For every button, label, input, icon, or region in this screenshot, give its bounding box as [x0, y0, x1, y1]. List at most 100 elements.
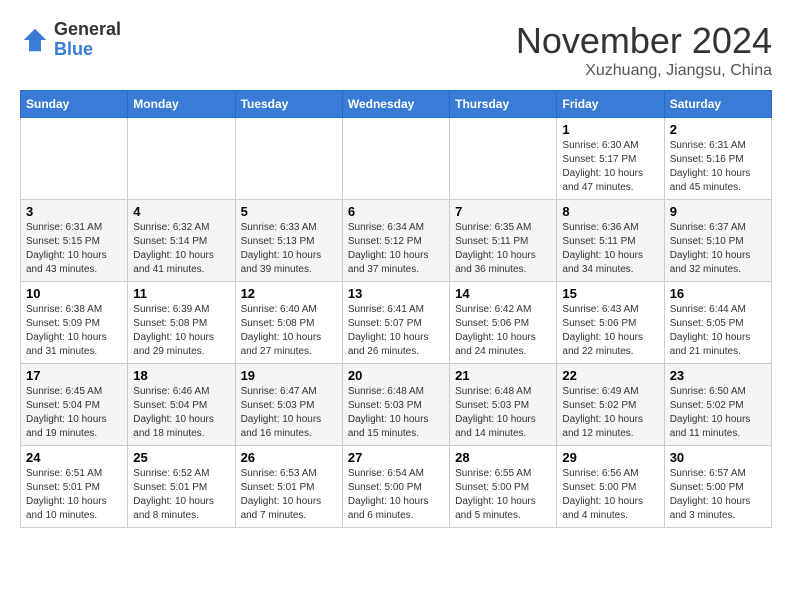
day-info: Sunrise: 6:45 AM Sunset: 5:04 PM Dayligh…	[26, 385, 122, 441]
day-info: Sunrise: 6:34 AM Sunset: 5:12 PM Dayligh…	[348, 221, 444, 277]
day-number: 2	[670, 122, 766, 137]
day-info: Sunrise: 6:46 AM Sunset: 5:04 PM Dayligh…	[133, 385, 229, 441]
day-info: Sunrise: 6:57 AM Sunset: 5:00 PM Dayligh…	[670, 467, 766, 523]
weekday-header-monday: Monday	[128, 91, 235, 118]
day-info: Sunrise: 6:31 AM Sunset: 5:15 PM Dayligh…	[26, 221, 122, 277]
calendar-week-row: 10 Sunrise: 6:38 AM Sunset: 5:09 PM Dayli…	[21, 282, 772, 364]
day-number: 6	[348, 204, 444, 219]
day-number: 22	[562, 368, 658, 383]
day-number: 29	[562, 450, 658, 465]
day-info: Sunrise: 6:32 AM Sunset: 5:14 PM Dayligh…	[133, 221, 229, 277]
logo-blue: Blue	[54, 40, 121, 60]
day-number: 12	[241, 286, 337, 301]
calendar-cell: 5Sunrise: 6:33 AM Sunset: 5:13 PM Daylig…	[235, 200, 342, 282]
calendar-week-row: 1 Sunrise: 6:30 AM Sunset: 5:17 PM Daylig…	[21, 118, 772, 200]
day-number: 7	[455, 204, 551, 219]
calendar-cell: 12 Sunrise: 6:40 AM Sunset: 5:08 PM Dayli…	[235, 282, 342, 364]
day-number: 17	[26, 368, 122, 383]
calendar-cell: 25 Sunrise: 6:52 AM Sunset: 5:01 PM Dayli…	[128, 446, 235, 528]
logo: General Blue	[20, 20, 121, 60]
day-info: Sunrise: 6:36 AM Sunset: 5:11 PM Dayligh…	[562, 221, 658, 277]
weekday-header-wednesday: Wednesday	[342, 91, 449, 118]
day-number: 23	[670, 368, 766, 383]
calendar-week-row: 17 Sunrise: 6:45 AM Sunset: 5:04 PM Dayli…	[21, 364, 772, 446]
logo-icon	[20, 25, 50, 55]
day-number: 28	[455, 450, 551, 465]
day-number: 1	[562, 122, 658, 137]
calendar-cell: 13 Sunrise: 6:41 AM Sunset: 5:07 PM Dayli…	[342, 282, 449, 364]
calendar-cell: 9 Sunrise: 6:37 AM Sunset: 5:10 PM Daylig…	[664, 200, 771, 282]
calendar-cell: 26Sunrise: 6:53 AM Sunset: 5:01 PM Dayli…	[235, 446, 342, 528]
day-info: Sunrise: 6:55 AM Sunset: 5:00 PM Dayligh…	[455, 467, 551, 523]
calendar-cell: 7 Sunrise: 6:35 AM Sunset: 5:11 PM Daylig…	[450, 200, 557, 282]
day-number: 10	[26, 286, 122, 301]
day-info: Sunrise: 6:49 AM Sunset: 5:02 PM Dayligh…	[562, 385, 658, 441]
day-info: Sunrise: 6:52 AM Sunset: 5:01 PM Dayligh…	[133, 467, 229, 523]
calendar-cell	[450, 118, 557, 200]
day-number: 14	[455, 286, 551, 301]
day-number: 8	[562, 204, 658, 219]
weekday-header-saturday: Saturday	[664, 91, 771, 118]
calendar-cell: 15Sunrise: 6:43 AM Sunset: 5:06 PM Dayli…	[557, 282, 664, 364]
day-info: Sunrise: 6:39 AM Sunset: 5:08 PM Dayligh…	[133, 303, 229, 359]
day-number: 16	[670, 286, 766, 301]
day-info: Sunrise: 6:44 AM Sunset: 5:05 PM Dayligh…	[670, 303, 766, 359]
day-info: Sunrise: 6:42 AM Sunset: 5:06 PM Dayligh…	[455, 303, 551, 359]
day-number: 30	[670, 450, 766, 465]
day-number: 4	[133, 204, 229, 219]
day-info: Sunrise: 6:56 AM Sunset: 5:00 PM Dayligh…	[562, 467, 658, 523]
day-info: Sunrise: 6:51 AM Sunset: 5:01 PM Dayligh…	[26, 467, 122, 523]
day-number: 24	[26, 450, 122, 465]
calendar-cell: 18Sunrise: 6:46 AM Sunset: 5:04 PM Dayli…	[128, 364, 235, 446]
calendar-cell: 6 Sunrise: 6:34 AM Sunset: 5:12 PM Daylig…	[342, 200, 449, 282]
day-number: 21	[455, 368, 551, 383]
day-info: Sunrise: 6:40 AM Sunset: 5:08 PM Dayligh…	[241, 303, 337, 359]
day-info: Sunrise: 6:30 AM Sunset: 5:17 PM Dayligh…	[562, 139, 658, 195]
calendar-cell	[235, 118, 342, 200]
calendar-cell: 23 Sunrise: 6:50 AM Sunset: 5:02 PM Dayli…	[664, 364, 771, 446]
day-number: 3	[26, 204, 122, 219]
day-info: Sunrise: 6:47 AM Sunset: 5:03 PM Dayligh…	[241, 385, 337, 441]
calendar-cell: 17 Sunrise: 6:45 AM Sunset: 5:04 PM Dayli…	[21, 364, 128, 446]
weekday-header-sunday: Sunday	[21, 91, 128, 118]
day-info: Sunrise: 6:48 AM Sunset: 5:03 PM Dayligh…	[455, 385, 551, 441]
day-number: 11	[133, 286, 229, 301]
calendar-cell: 10 Sunrise: 6:38 AM Sunset: 5:09 PM Dayli…	[21, 282, 128, 364]
title-section: November 2024 Xuzhuang, Jiangsu, China	[516, 20, 772, 80]
day-number: 25	[133, 450, 229, 465]
calendar-cell	[128, 118, 235, 200]
day-info: Sunrise: 6:54 AM Sunset: 5:00 PM Dayligh…	[348, 467, 444, 523]
weekday-header-tuesday: Tuesday	[235, 91, 342, 118]
day-number: 26	[241, 450, 337, 465]
calendar-cell: 3 Sunrise: 6:31 AM Sunset: 5:15 PM Daylig…	[21, 200, 128, 282]
calendar-cell: 8 Sunrise: 6:36 AM Sunset: 5:11 PM Daylig…	[557, 200, 664, 282]
day-info: Sunrise: 6:50 AM Sunset: 5:02 PM Dayligh…	[670, 385, 766, 441]
month-title: November 2024	[516, 20, 772, 62]
calendar-cell	[21, 118, 128, 200]
page-header: General Blue November 2024 Xuzhuang, Jia…	[20, 20, 772, 80]
day-info: Sunrise: 6:37 AM Sunset: 5:10 PM Dayligh…	[670, 221, 766, 277]
calendar-cell: 28 Sunrise: 6:55 AM Sunset: 5:00 PM Dayli…	[450, 446, 557, 528]
calendar-cell: 29 Sunrise: 6:56 AM Sunset: 5:00 PM Dayli…	[557, 446, 664, 528]
calendar-cell: 16 Sunrise: 6:44 AM Sunset: 5:05 PM Dayli…	[664, 282, 771, 364]
calendar-cell	[342, 118, 449, 200]
day-info: Sunrise: 6:38 AM Sunset: 5:09 PM Dayligh…	[26, 303, 122, 359]
day-number: 13	[348, 286, 444, 301]
logo-general: General	[54, 20, 121, 40]
calendar-cell: 19 Sunrise: 6:47 AM Sunset: 5:03 PM Dayli…	[235, 364, 342, 446]
calendar-cell: 27 Sunrise: 6:54 AM Sunset: 5:00 PM Dayli…	[342, 446, 449, 528]
calendar-cell: 30 Sunrise: 6:57 AM Sunset: 5:00 PM Dayli…	[664, 446, 771, 528]
calendar-cell: 21 Sunrise: 6:48 AM Sunset: 5:03 PM Dayli…	[450, 364, 557, 446]
day-info: Sunrise: 6:35 AM Sunset: 5:11 PM Dayligh…	[455, 221, 551, 277]
day-number: 20	[348, 368, 444, 383]
calendar-cell: 2 Sunrise: 6:31 AM Sunset: 5:16 PM Daylig…	[664, 118, 771, 200]
day-number: 27	[348, 450, 444, 465]
day-info: Sunrise: 6:41 AM Sunset: 5:07 PM Dayligh…	[348, 303, 444, 359]
calendar-cell: 14 Sunrise: 6:42 AM Sunset: 5:06 PM Dayli…	[450, 282, 557, 364]
day-number: 9	[670, 204, 766, 219]
day-info: Sunrise: 6:31 AM Sunset: 5:16 PM Dayligh…	[670, 139, 766, 195]
calendar-cell: 1 Sunrise: 6:30 AM Sunset: 5:17 PM Daylig…	[557, 118, 664, 200]
calendar-table: SundayMondayTuesdayWednesdayThursdayFrid…	[20, 90, 772, 528]
day-number: 19	[241, 368, 337, 383]
calendar-cell: 4 Sunrise: 6:32 AM Sunset: 5:14 PM Daylig…	[128, 200, 235, 282]
